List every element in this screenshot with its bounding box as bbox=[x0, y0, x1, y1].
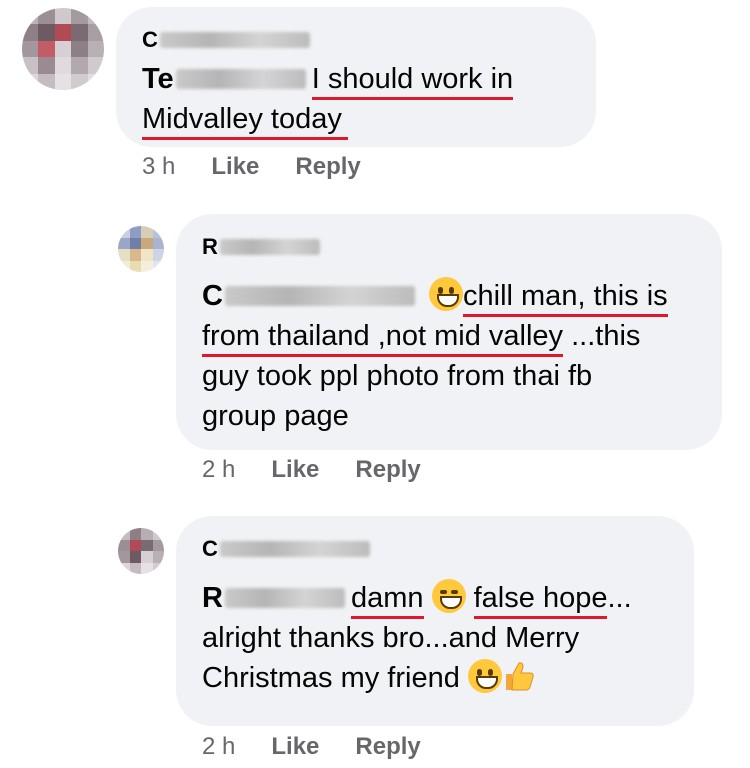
avatar[interactable] bbox=[118, 528, 164, 574]
comment-meta: 2 h Like Reply bbox=[202, 733, 421, 761]
blurred-mention-name bbox=[224, 286, 415, 306]
mention-tag[interactable]: C bbox=[202, 276, 421, 316]
grinning-face-icon bbox=[429, 277, 464, 311]
blurred-mention-name bbox=[175, 69, 306, 89]
timestamp: 2 h bbox=[202, 456, 236, 483]
like-button[interactable]: Like bbox=[271, 733, 319, 761]
comment-text: C chill man, this is from thailand ,not … bbox=[202, 276, 722, 436]
reply-button[interactable]: Reply bbox=[355, 456, 420, 484]
comment-bubble: C Rdamn false hope... alright thanks bro… bbox=[176, 516, 694, 726]
mention-tag[interactable]: Te bbox=[142, 59, 312, 99]
avatar[interactable] bbox=[118, 226, 164, 272]
comment-meta: 2 h Like Reply bbox=[202, 456, 421, 484]
reply-button[interactable]: Reply bbox=[295, 153, 360, 181]
timestamp: 2 h bbox=[202, 733, 236, 760]
comment-text: Te I should work in Midvalley today bbox=[142, 59, 592, 140]
comment-text: Rdamn false hope... alright thanks bro..… bbox=[202, 578, 692, 698]
comment-bubble: C Te I should work in Midvalley today bbox=[116, 7, 596, 147]
blurred-author-name bbox=[219, 239, 320, 255]
like-button[interactable]: Like bbox=[271, 456, 319, 484]
like-button[interactable]: Like bbox=[211, 153, 259, 181]
blurred-author-name bbox=[219, 541, 370, 557]
blurred-mention-name bbox=[224, 588, 345, 608]
comment-meta: 3 h Like Reply bbox=[142, 153, 361, 181]
comment-bubble: R C chill man, this is from thailand ,no… bbox=[176, 214, 722, 450]
blurred-author-name bbox=[159, 32, 310, 48]
reply-button[interactable]: Reply bbox=[355, 733, 420, 761]
mention-tag[interactable]: R bbox=[202, 578, 351, 618]
grinning-face-icon bbox=[467, 659, 502, 693]
comment-author[interactable]: C bbox=[142, 27, 310, 53]
timestamp: 3 h bbox=[142, 153, 176, 180]
comment-author[interactable]: R bbox=[202, 234, 320, 260]
comment-author[interactable]: C bbox=[202, 536, 370, 562]
avatar[interactable] bbox=[22, 8, 104, 90]
thumbs-up-icon bbox=[505, 662, 534, 691]
laughing-face-icon bbox=[431, 579, 466, 613]
